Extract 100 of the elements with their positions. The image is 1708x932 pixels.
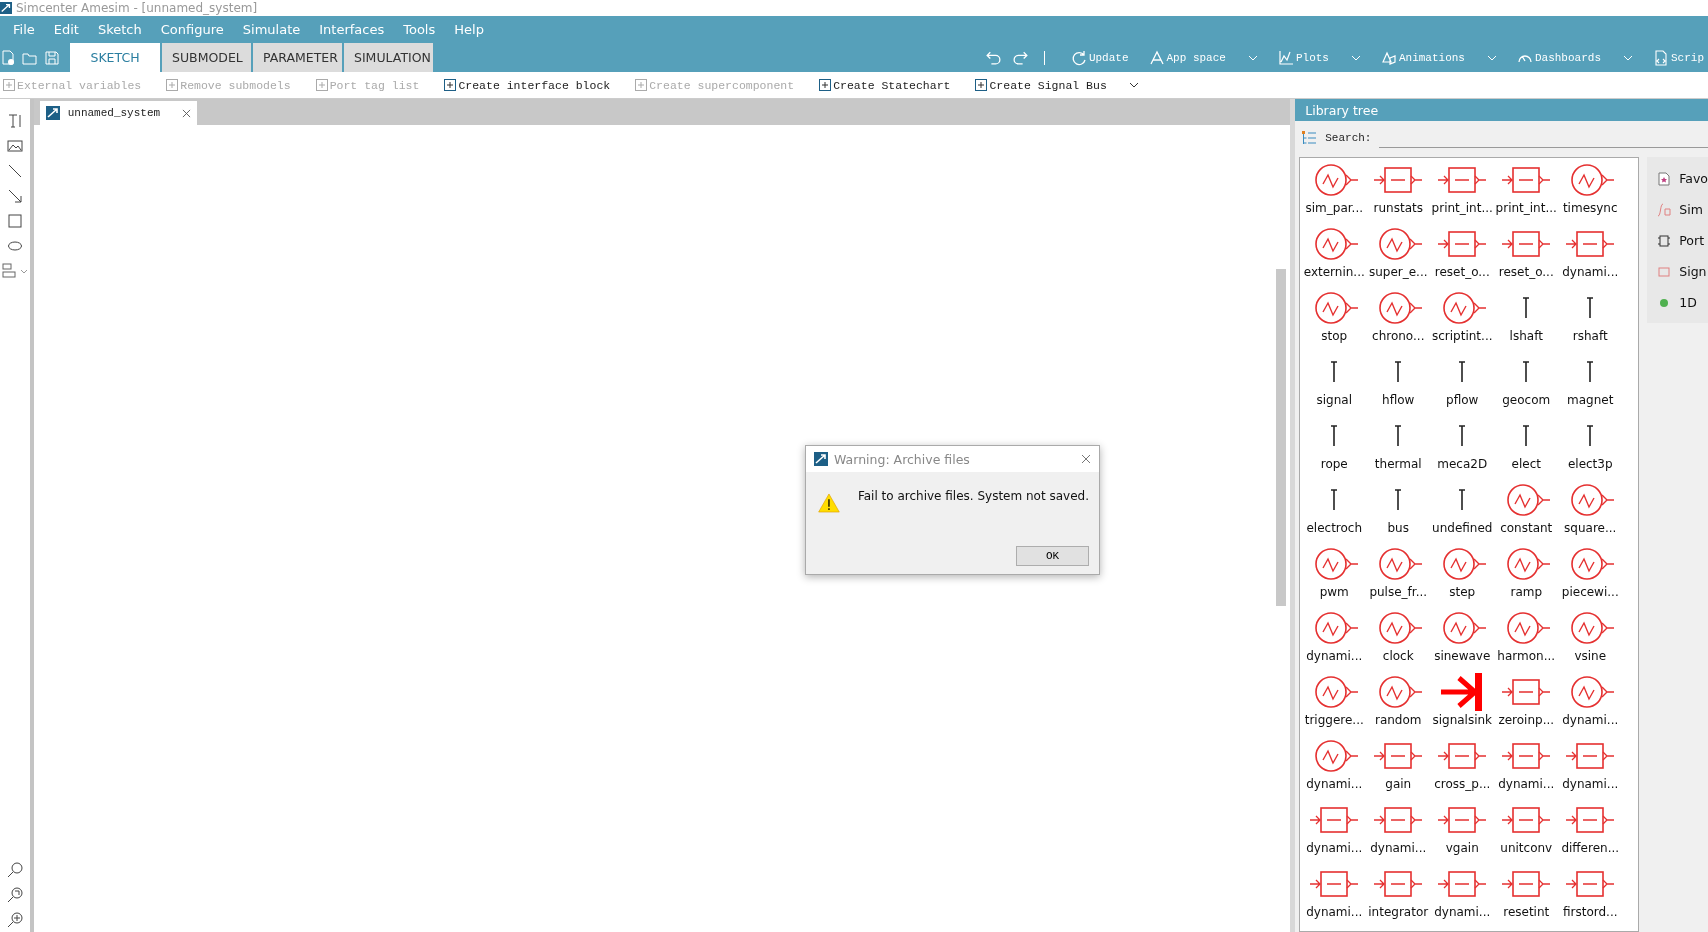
component-name: dynami... [1562, 713, 1619, 727]
component-name: thermal [1374, 457, 1422, 471]
ribbon-tool-button[interactable]: Dashboards [1512, 43, 1637, 72]
port-category-icon [1657, 233, 1672, 248]
component-name: dynami... [1306, 649, 1363, 663]
component-name: dynami... [1498, 777, 1555, 791]
menu-item[interactable]: Tools [394, 22, 446, 37]
dialog-title: Warning: Archive files [834, 451, 970, 467]
ribbon-tab[interactable]: SUBMODEL [162, 43, 251, 72]
ribbon-tool-button[interactable]: Update [1066, 43, 1133, 72]
rectangle-tool-icon[interactable] [6, 213, 23, 229]
component-name: constant [1500, 521, 1553, 535]
app-logo-icon [45, 106, 60, 120]
library-category[interactable]: Port [1647, 225, 1708, 256]
component-name: piecewi... [1561, 585, 1619, 599]
zoom-in-icon[interactable] [6, 912, 23, 928]
tree-view-icon[interactable] [1301, 130, 1318, 146]
component-name: signal [1316, 393, 1352, 407]
menu-item[interactable]: Configure [151, 22, 234, 37]
component-name: dynami... [1370, 841, 1427, 855]
line-tool-icon[interactable] [6, 163, 23, 179]
ribbon-tab[interactable]: PARAMETER [253, 43, 342, 72]
redo-icon[interactable] [1011, 49, 1029, 66]
component-name: hflow [1382, 393, 1415, 407]
component-name: step [1449, 585, 1476, 599]
undo-icon[interactable] [984, 49, 1002, 66]
component-name: triggere... [1304, 713, 1364, 727]
component-name: print_int... [1431, 201, 1493, 215]
component-name: magnet [1567, 393, 1614, 407]
component-name: timesync [1562, 201, 1618, 215]
ribbon-tab[interactable]: SKETCH [70, 43, 160, 72]
component-name: sinewave [1434, 649, 1491, 663]
component-name: unitconv [1500, 841, 1553, 855]
document-tab[interactable]: unnamed_system [39, 101, 198, 125]
ribbon-tool-button[interactable]: Plots [1273, 43, 1365, 72]
component-name: clock [1382, 649, 1414, 663]
component-name: bus [1387, 521, 1409, 535]
component-name: dynami... [1306, 841, 1363, 855]
zoom-fit-icon[interactable] [6, 887, 23, 903]
menu-item[interactable]: Edit [44, 22, 89, 37]
component-name: print_int... [1495, 201, 1557, 215]
component-name: vsine [1574, 649, 1607, 663]
component-name: firstord... [1562, 905, 1618, 919]
align-tool-icon[interactable] [1, 263, 28, 279]
square-plus-icon [443, 78, 458, 92]
anim-tool-icon [1380, 49, 1397, 66]
component-name: pflow [1446, 393, 1479, 407]
library-category[interactable]: Sim [1647, 194, 1708, 225]
menu-item[interactable]: Sketch [88, 22, 152, 37]
menu-item[interactable]: Simulate [233, 22, 311, 37]
component-name: undefined [1432, 521, 1493, 535]
ribbon-tool-button[interactable]: App space [1144, 43, 1262, 72]
component-name: meca2D [1437, 457, 1488, 471]
component-name: random [1374, 713, 1422, 727]
plot-tool-icon [1277, 49, 1294, 66]
component-name: dynami... [1562, 265, 1619, 279]
library-category[interactable]: Sign [1647, 256, 1708, 287]
toolbar-button[interactable]: Create Statechart [816, 78, 953, 92]
component-name: chrono... [1372, 329, 1425, 343]
toolbar-button[interactable]: Create Signal Bus [972, 78, 1109, 92]
menu-item[interactable]: Interfaces [310, 22, 395, 37]
arrow-tool-icon[interactable] [6, 188, 23, 204]
script-tool-icon [1653, 49, 1669, 66]
menu-item[interactable]: Help [445, 22, 494, 37]
text-tool-icon[interactable] [6, 113, 23, 129]
ok-button[interactable]: OK [1016, 546, 1089, 566]
component-name: elect3p [1567, 457, 1613, 471]
zoom-actual-icon[interactable] [6, 862, 23, 878]
component-name: reset_o... [1434, 265, 1490, 279]
component-name: dynami... [1306, 777, 1363, 791]
ribbon-tool-button[interactable]: Animations [1376, 43, 1501, 72]
sig-category-icon [1657, 264, 1672, 279]
component-name: signalsink [1432, 713, 1493, 727]
component-name: resetint [1503, 905, 1550, 919]
component-name: square... [1564, 521, 1617, 535]
ribbon-tab[interactable]: SIMULATION [344, 43, 433, 72]
component-name: gain [1385, 777, 1412, 791]
panel-title: Library tree [1295, 99, 1708, 121]
save-icon[interactable] [44, 49, 60, 66]
component-name: externin... [1303, 265, 1365, 279]
new-file-icon[interactable] [0, 49, 16, 66]
close-icon[interactable] [1081, 454, 1091, 464]
library-category[interactable]: 1D [1647, 287, 1708, 318]
square-plus-icon [818, 78, 833, 92]
sim-category-icon [1657, 202, 1672, 217]
close-icon[interactable] [182, 108, 192, 118]
component-name: ramp [1510, 585, 1543, 599]
app-tool-icon [1148, 49, 1165, 66]
menu-item[interactable]: File [4, 22, 45, 37]
component-name: super_e... [1368, 265, 1428, 279]
toolbar-button[interactable]: Create interface block [441, 78, 613, 92]
component-name: rshaft [1572, 329, 1608, 343]
component-name: zeroinp... [1498, 713, 1555, 727]
library-category[interactable]: Favo [1647, 163, 1708, 194]
image-tool-icon[interactable] [6, 138, 23, 154]
square-plus-icon [634, 78, 649, 92]
component-name: elect [1511, 457, 1541, 471]
component-name: rope [1320, 457, 1348, 471]
ribbon-tool-button[interactable]: Scrip [1649, 43, 1708, 72]
ellipse-tool-icon[interactable] [6, 238, 23, 254]
